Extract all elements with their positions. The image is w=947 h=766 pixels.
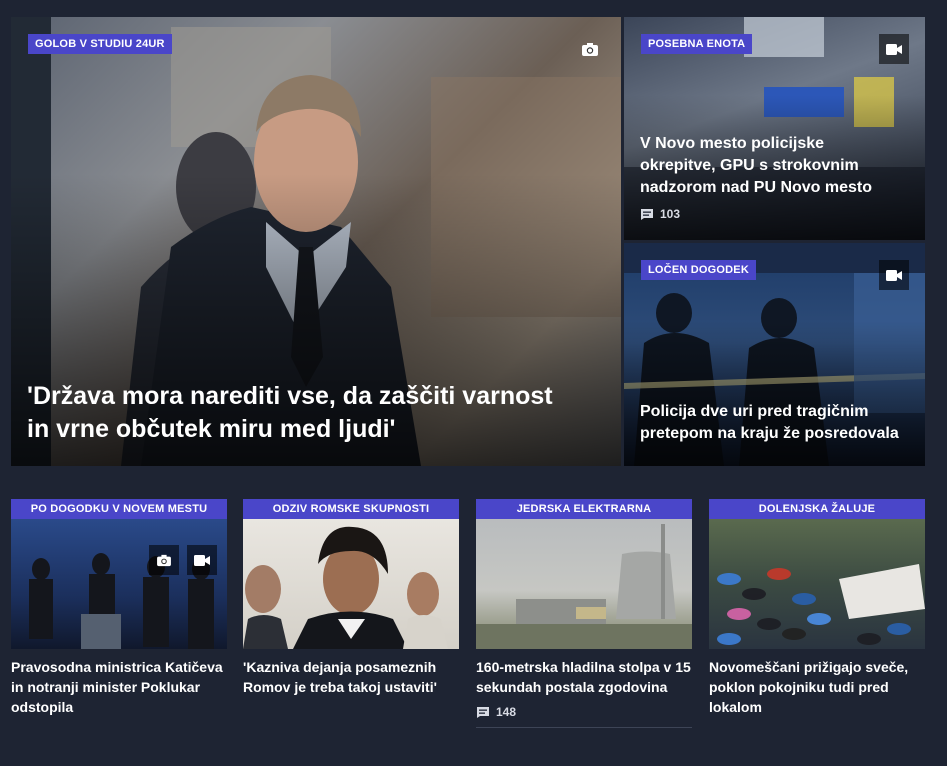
side-bottom-title[interactable]: Policija dve uri pred tragičnim pretepom…: [640, 401, 905, 445]
side-top-badge[interactable]: POSEBNA ENOTA: [641, 34, 753, 54]
hero-article[interactable]: GOLOB V STUDIU 24UR 'Država mora naredit…: [11, 17, 621, 466]
card-image: [11, 519, 227, 649]
video-icon: [879, 34, 909, 64]
video-icon: [187, 545, 217, 575]
card-label[interactable]: ODZIV ROMSKE SKUPNOSTI: [243, 499, 459, 519]
card-title[interactable]: Pravosodna ministrica Katičeva in notran…: [11, 657, 227, 717]
hero-title[interactable]: 'Država mora narediti vse, da zaščiti va…: [27, 380, 581, 446]
side-top-title[interactable]: V Novo mesto policijske okrepitve, GPU s…: [640, 133, 895, 199]
card-comments[interactable]: 148: [476, 705, 692, 719]
side-article-bottom[interactable]: LOČEN DOGODEK Policija dve uri pred trag…: [624, 243, 925, 466]
article-card-3[interactable]: JEDRSKA ELEKTRARNA 160-metrska hladilna …: [476, 499, 692, 728]
side-top-comments[interactable]: 103: [640, 207, 680, 221]
hero-badge[interactable]: GOLOB V STUDIU 24UR: [28, 34, 172, 54]
card-label[interactable]: JEDRSKA ELEKTRARNA: [476, 499, 692, 519]
video-icon: [879, 260, 909, 290]
card-label[interactable]: DOLENJSKA ŽALUJE: [709, 499, 925, 519]
comment-count: 148: [496, 705, 517, 719]
comment-count: 103: [660, 207, 681, 221]
camera-icon: [149, 545, 179, 575]
article-card-2[interactable]: ODZIV ROMSKE SKUPNOSTI 'Kazniva dejanja …: [243, 499, 459, 697]
comment-icon: [477, 706, 489, 718]
card-title[interactable]: 'Kazniva dejanja posameznih Romov je tre…: [243, 657, 459, 697]
card-label[interactable]: PO DOGODKU V NOVEM MESTU: [11, 499, 227, 519]
side-article-top[interactable]: POSEBNA ENOTA V Novo mesto policijske ok…: [624, 17, 925, 240]
comment-icon: [641, 208, 653, 220]
article-card-4[interactable]: DOLENJSKA ŽALUJE Novomeščani prižigajo s…: [709, 499, 925, 717]
card-image: [476, 519, 692, 649]
article-card-1[interactable]: PO DOGODKU V NOVEM MESTU Pravosodna mini…: [11, 499, 227, 717]
card-title[interactable]: 160-metrska hladilna stolpa v 15 sekunda…: [476, 657, 692, 697]
side-bottom-badge[interactable]: LOČEN DOGODEK: [641, 260, 756, 280]
card-divider: [476, 727, 692, 728]
card-image: [709, 519, 925, 649]
card-image: [243, 519, 459, 649]
card-title[interactable]: Novomeščani prižigajo sveče, poklon poko…: [709, 657, 925, 717]
camera-icon: [575, 34, 605, 64]
